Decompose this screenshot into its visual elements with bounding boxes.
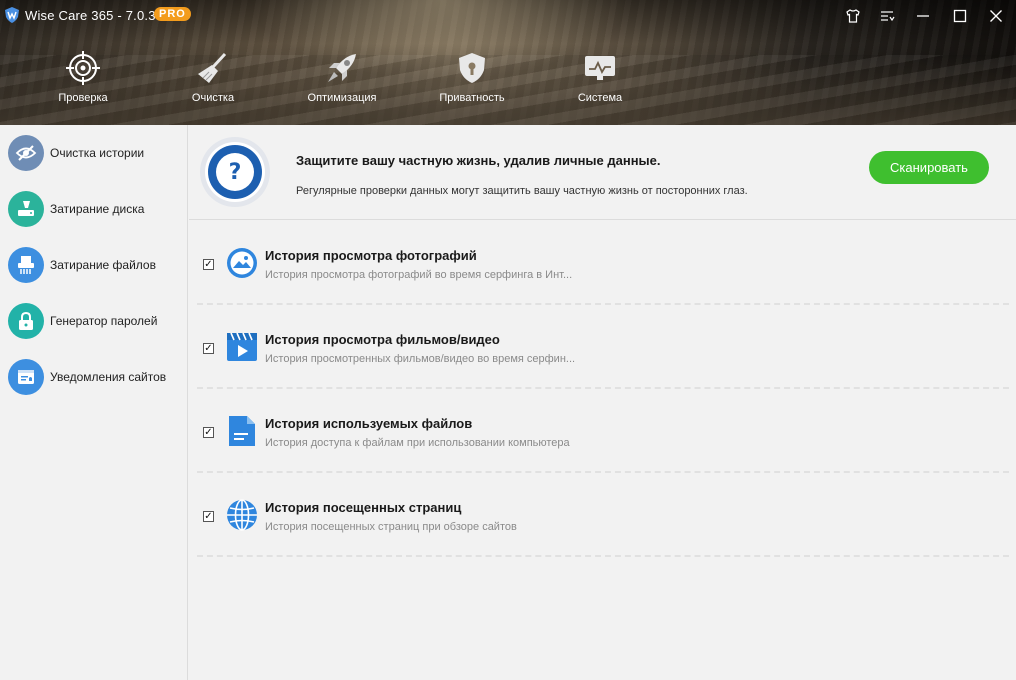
item-description: История просмотра фотографий во время се… <box>265 269 573 281</box>
row-divider <box>197 555 1009 557</box>
nav-tab-check[interactable]: Проверка <box>33 48 133 108</box>
list-item-pages-history: ✓ История посещенных страниц История пос… <box>189 472 1016 557</box>
sidebar-item-label: Очистка истории <box>50 146 145 160</box>
banner-description: Регулярные проверки данных могут защитит… <box>296 185 748 197</box>
nav-label: Оптимизация <box>307 92 377 104</box>
sidebar-icon-badge <box>8 359 44 395</box>
close-button[interactable] <box>981 0 1011 32</box>
sidebar-icon-badge <box>8 247 44 283</box>
privacy-banner: ? Защитите вашу частную жизнь, удалив ли… <box>189 125 1016 220</box>
shredder-icon <box>18 256 34 274</box>
nav-label: Система <box>577 92 623 104</box>
close-icon <box>990 10 1002 22</box>
photo-icon <box>227 248 257 278</box>
item-checkbox[interactable]: ✓ <box>203 343 214 354</box>
app-title: Wise Care 365 - 7.0.3 <box>25 8 156 23</box>
tshirt-icon <box>846 9 860 23</box>
sidebar: Очистка истории Затирание диска Затирани… <box>0 125 188 680</box>
title-bar[interactable]: Wise Care 365 - 7.0.3 PRO <box>0 0 1016 32</box>
sidebar-item-site-notifications[interactable]: Уведомления сайтов <box>0 355 188 399</box>
menu-button[interactable] <box>872 0 902 32</box>
sidebar-item-password-generator[interactable]: Генератор паролей <box>0 299 188 343</box>
video-icon <box>227 332 257 361</box>
sidebar-item-clear-history[interactable]: Очистка истории <box>0 131 188 175</box>
list-item-photo-history: ✓ История просмотра фотографий История п… <box>189 220 1016 305</box>
maximize-button[interactable] <box>945 0 975 32</box>
menu-icon <box>881 11 895 22</box>
sidebar-item-label: Генератор паролей <box>50 314 158 328</box>
sidebar-item-label: Затирание диска <box>50 202 145 216</box>
list-item-video-history: ✓ История просмотра фильмов/видео Истори… <box>189 304 1016 389</box>
item-description: История доступа к файлам при использован… <box>265 437 570 449</box>
question-icon: ? <box>216 153 254 191</box>
item-description: История посещенных страниц при обзоре са… <box>265 521 517 533</box>
minimize-button[interactable] <box>908 0 938 32</box>
broom-icon <box>198 52 227 83</box>
web-notification-icon <box>18 370 34 384</box>
header-banner: Wise Care 365 - 7.0.3 PRO Проверка Очист… <box>0 0 1016 125</box>
nav-label: Проверка <box>58 92 108 104</box>
app-logo-icon <box>5 7 19 23</box>
item-checkbox[interactable]: ✓ <box>203 259 214 270</box>
nav-tab-optimize[interactable]: Оптимизация <box>292 48 392 108</box>
item-title: История просмотра фотографий <box>265 248 477 263</box>
nav-tab-system[interactable]: Система <box>550 48 650 108</box>
sidebar-item-label: Уведомления сайтов <box>50 370 167 384</box>
crosshair-icon <box>66 51 100 85</box>
item-description: История просмотренных фильмов/видео во в… <box>265 353 576 365</box>
sidebar-item-disk-wipe[interactable]: Затирание диска <box>0 187 188 231</box>
item-checkbox[interactable]: ✓ <box>203 427 214 438</box>
nav-label: Очистка <box>191 92 235 104</box>
sidebar-icon-badge <box>8 191 44 227</box>
question-badge-fill: ? <box>208 145 262 199</box>
sidebar-icon-badge <box>8 135 44 171</box>
maximize-icon <box>953 9 967 23</box>
question-badge: ? <box>200 137 270 207</box>
minimize-icon <box>917 15 929 17</box>
main-content: ? Защитите вашу частную жизнь, удалив ли… <box>189 125 1016 680</box>
item-title: История посещенных страниц <box>265 500 462 515</box>
eye-off-icon <box>15 145 37 161</box>
sidebar-icon-badge <box>8 303 44 339</box>
monitor-icon <box>585 56 615 80</box>
skin-button[interactable] <box>838 0 868 32</box>
main-nav: Проверка Очистка Оптимизация Приватность… <box>0 48 1016 118</box>
shield-lock-icon <box>459 53 485 83</box>
pro-badge: PRO <box>154 7 191 21</box>
sidebar-item-label: Затирание файлов <box>50 258 156 272</box>
sidebar-item-file-shredder[interactable]: Затирание файлов <box>0 243 188 287</box>
disk-eraser-icon <box>18 201 34 216</box>
rocket-icon <box>328 54 356 82</box>
item-checkbox[interactable]: ✓ <box>203 511 214 522</box>
nav-tab-clean[interactable]: Очистка <box>163 48 263 108</box>
item-title: История используемых файлов <box>265 416 473 431</box>
globe-icon <box>227 499 257 531</box>
lock-icon <box>19 311 33 330</box>
nav-tab-privacy[interactable]: Приватность <box>422 48 522 108</box>
item-title: История просмотра фильмов/видео <box>265 332 500 347</box>
banner-title: Защитите вашу частную жизнь, удалив личн… <box>296 153 661 168</box>
nav-label: Приватность <box>439 92 505 104</box>
list-item-files-history: ✓ История используемых файлов История до… <box>189 388 1016 473</box>
question-badge-ring: ? <box>205 142 265 202</box>
document-icon <box>229 416 255 446</box>
scan-button[interactable]: Сканировать <box>869 151 989 184</box>
